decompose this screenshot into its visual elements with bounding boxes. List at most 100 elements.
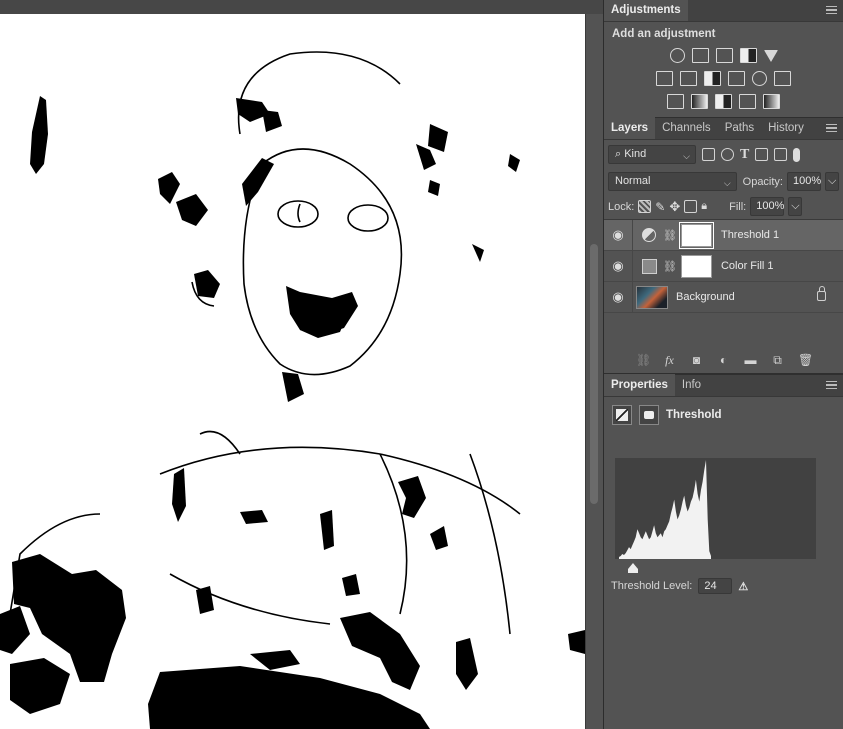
blend-opacity-row: Normal ⌵ Opacity: 100% ⌵ [604,169,843,194]
search-icon: ⌕ [615,148,625,160]
lock-label: Lock: [608,200,635,213]
selective-color-icon[interactable] [739,94,756,109]
posterize-icon[interactable] [691,94,708,109]
blend-mode-value: Normal [615,175,651,187]
eye-icon[interactable]: ◉ [604,258,632,274]
layer-list: ◉ ⛓︎ Threshold 1 ◉ ⛓︎ Color Fill 1 ◉ Bac… [604,219,843,313]
black-white-icon[interactable] [704,71,721,86]
filter-shape-icon[interactable] [755,148,769,161]
photoshop-window: Adjustments Add an adjustment Layers Cha… [0,0,843,729]
filter-pixel-icon[interactable] [702,148,715,161]
fill-label: Fill: [729,200,747,213]
color-lookup-icon[interactable] [774,71,791,86]
filter-kind-value: Kind [624,148,647,160]
chevron-down-icon: ⌵ [723,178,731,188]
adjustments-row-1 [604,48,843,63]
threshold-slider-thumb[interactable] [628,563,638,573]
exposure-icon[interactable] [739,48,757,63]
threshold-level-field[interactable]: 24 [698,578,733,594]
link-layers-icon[interactable]: ⛓︎ [636,354,651,366]
fill-dropdown[interactable]: ⌵ [788,197,803,216]
adjustments-row-3 [604,94,843,109]
layer-row-color-fill[interactable]: ◉ ⛓︎ Color Fill 1 [604,250,843,282]
lock-fill-row: Lock: ✎ ✥ 🔒︎ Fill: 100% ⌵ [604,194,843,219]
eye-icon[interactable]: ◉ [604,227,632,243]
layer-name[interactable]: Threshold 1 [721,229,779,241]
layer-divider [632,281,633,313]
opacity-dropdown[interactable]: ⌵ [825,172,839,191]
histogram-chart [619,460,711,559]
threshold-adjustment-icon[interactable] [612,405,632,425]
channel-mixer-icon[interactable] [752,71,767,86]
adjustments-heading: Add an adjustment [612,28,716,40]
delete-layer-icon[interactable]: 🗑︎ [798,354,813,366]
lock-position-icon[interactable]: ✥ [669,199,680,215]
layer-row-background[interactable]: ◉ Background [604,281,843,313]
tab-info[interactable]: Info [675,374,708,396]
eye-icon[interactable]: ◉ [604,289,632,305]
new-group-icon[interactable]: ▬ [744,354,757,366]
panel-menu-icon[interactable] [826,6,837,14]
fill-field[interactable]: 100% [750,197,784,216]
canvas-scrollbar[interactable] [585,14,603,729]
adjustments-tabbar: Adjustments [604,0,843,22]
histogram-warning-icon[interactable]: ⚠ [738,580,748,593]
canvas-scroll-thumb[interactable] [590,244,598,504]
image-canvas[interactable] [0,14,585,729]
layer-row-threshold[interactable]: ◉ ⛓︎ Threshold 1 [604,219,843,251]
tab-properties[interactable]: Properties [604,374,675,396]
properties-panel: Properties Info Threshold [604,374,843,433]
tab-history[interactable]: History [761,117,811,139]
link-icon[interactable]: ⛓︎ [663,229,677,242]
opacity-field[interactable]: 100% [787,172,821,191]
threshold-level-label: Threshold Level: [611,580,693,592]
vibrance-icon[interactable] [656,71,673,86]
lock-transparent-icon[interactable] [638,200,652,213]
blend-mode-select[interactable]: Normal ⌵ [608,172,737,191]
lock-artboard-icon[interactable] [684,200,698,213]
gradient-triangle-icon[interactable] [763,50,778,62]
layer-list-empty-space [604,313,843,347]
new-adjustment-icon[interactable]: ◐ [717,354,730,366]
layer-name[interactable]: Color Fill 1 [721,260,774,272]
layer-divider [632,219,633,251]
link-icon[interactable]: ⛓︎ [663,260,677,273]
threshold-icon[interactable] [715,94,732,109]
layers-footer-toolbar: ⛓︎ fx ◙ ◐ ▬ ⧉ 🗑︎ [604,347,843,374]
tab-layers[interactable]: Layers [604,117,656,139]
fill-color-swatch[interactable] [642,258,657,274]
properties-menu-icon[interactable] [826,381,837,389]
invert-icon[interactable] [667,94,684,109]
filter-smart-object-icon[interactable] [774,148,788,161]
new-layer-icon[interactable]: ⧉ [771,354,784,366]
properties-header: Threshold [604,397,843,433]
gradient-map-icon[interactable] [763,94,780,109]
layer-mask-thumbnail[interactable] [678,221,714,249]
layer-name[interactable]: Background [676,291,735,303]
opacity-label: Opacity: [742,175,783,188]
curves-icon[interactable] [715,48,733,63]
mask-properties-icon[interactable] [639,405,659,425]
color-balance-icon[interactable] [680,71,697,86]
add-mask-icon[interactable]: ◙ [690,354,703,366]
filter-type-icon[interactable]: T [740,147,749,163]
threshold-level-row: Threshold Level: 24 ⚠ [611,578,748,594]
histogram-area [619,460,711,559]
lock-all-icon[interactable]: 🔒︎ [701,200,707,213]
fx-icon[interactable]: fx [663,354,676,366]
lock-paint-icon[interactable]: ✎ [655,200,665,214]
adjustments-row-2 [604,71,843,86]
filter-kind-select[interactable]: ⌕ Kind ⌵ [608,145,696,164]
tab-paths[interactable]: Paths [718,117,761,139]
lock-icon[interactable] [817,286,826,301]
tab-adjustments[interactable]: Adjustments [604,0,688,21]
filter-adjustment-icon[interactable] [721,148,734,161]
filter-toggle-icon[interactable] [793,147,801,162]
layers-menu-icon[interactable] [826,124,837,132]
layer-mask-thumbnail[interactable] [680,254,712,278]
levels-icon[interactable] [691,48,709,63]
brightness-contrast-icon[interactable] [669,48,685,63]
tab-channels[interactable]: Channels [655,117,718,139]
photo-filter-icon[interactable] [728,71,745,86]
threshold-histogram [615,458,816,559]
